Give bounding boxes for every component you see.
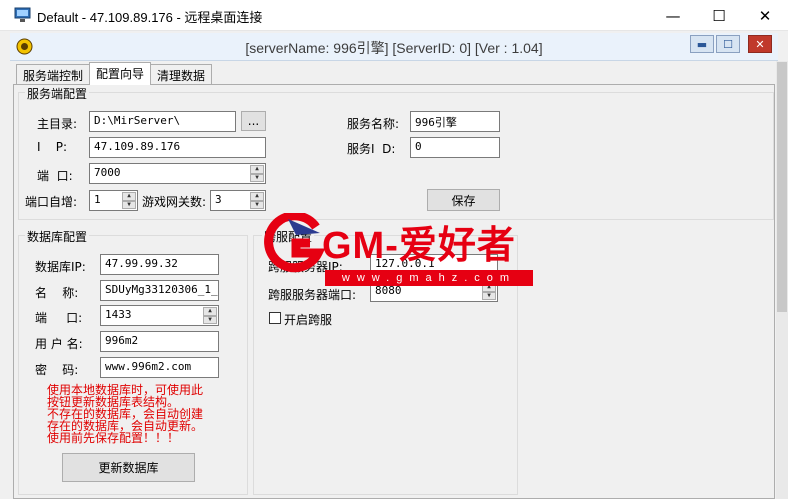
enable-cross-label: 开启跨服 [284,313,333,327]
spin-up-icon[interactable]: ▲ [250,192,264,201]
db-name-label: 名 称: [35,286,79,300]
db-port-stepper[interactable]: 1433 ▲ ▼ [100,305,219,326]
ip-input[interactable]: 47.109.89.176 [89,137,266,158]
ip-label: I P: [37,140,68,154]
browse-button[interactable]: ... [241,111,266,131]
db-port-label: 端 口: [35,311,83,325]
rdp-window-title: Default - 47.109.89.176 - 远程桌面连接 [37,10,263,25]
watermark-url: www.gmahz.com [325,270,533,286]
spin-down-icon[interactable]: ▼ [250,173,264,182]
dir-input[interactable]: D:\MirServer\ [89,111,236,132]
spin-down-icon[interactable]: ▼ [250,200,264,209]
rdp-close-button[interactable]: ✕ [742,0,788,31]
auto-inc-stepper[interactable]: 1 ▲ ▼ [89,190,138,211]
service-id-input[interactable]: 0 [410,137,500,158]
tab-config-wizard[interactable]: 配置向导 [89,62,152,85]
db-update-note: 使用本地数据库时，可使用此 按钮更新数据库表结构。 不存在的数据库，会自动创建 … [47,383,204,445]
spin-up-icon[interactable]: ▲ [250,165,264,174]
spin-down-icon[interactable]: ▼ [122,200,136,209]
dir-label: 主目录: [37,117,78,131]
watermark-logo-icon [264,213,326,273]
gate-count-label: 游戏网关数: [142,195,207,209]
remote-desktop-icon [14,7,31,22]
gate-count-spin[interactable]: ▲ ▼ [250,192,264,209]
app-close-button[interactable]: ✕ [748,35,772,53]
service-id-label: 服务I D: [347,142,396,156]
auto-inc-value: 1 [94,193,101,206]
service-name-label: 服务名称: [347,117,400,131]
app-title-bar: [serverName: 996引擎] [ServerID: 0] [Ver :… [10,33,778,61]
app-minimize-button[interactable]: ▬ [690,35,714,53]
update-database-button[interactable]: 更新数据库 [62,453,195,482]
port-spin[interactable]: ▲ ▼ [250,165,264,182]
spin-up-icon[interactable]: ▲ [122,192,136,201]
db-name-input[interactable]: SDUyMg33120306_1_10 [100,280,219,301]
watermark-text: GM-爱好者 [322,225,516,267]
auto-inc-spin[interactable]: ▲ ▼ [122,192,136,209]
enable-cross-checkbox[interactable] [269,312,281,324]
tab-clean-data[interactable]: 清理数据 [150,64,213,84]
db-password-input[interactable]: www.996m2.com [100,357,219,378]
port-label: 端 口: [37,169,73,183]
rdp-minimize-button[interactable]: — [650,0,696,31]
app-maximize-button[interactable]: ☐ [716,35,740,53]
rdp-maximize-button[interactable]: ☐ [696,0,742,31]
tab-server-control[interactable]: 服务端控制 [16,64,91,84]
auto-inc-label: 端口自增: [25,195,78,209]
app-window-title: [serverName: 996引擎] [ServerID: 0] [Ver :… [245,40,543,56]
db-port-value: 1433 [105,308,132,321]
scrollbar-thumb[interactable] [777,62,787,312]
server-config-label: 服务端配置 [25,85,90,102]
db-port-spin[interactable]: ▲ ▼ [203,307,217,324]
port-value: 7000 [94,166,121,179]
gate-count-stepper[interactable]: 3 ▲ ▼ [210,190,266,211]
db-user-label: 用 户 名: [35,337,83,351]
port-stepper[interactable]: 7000 ▲ ▼ [89,163,266,184]
cross-port-label: 跨服服务器端口: [268,288,357,302]
db-ip-label: 数据库IP: [35,260,86,274]
service-name-input[interactable]: 996引擎 [410,111,500,132]
rdp-title-bar: Default - 47.109.89.176 - 远程桌面连接 — ☐ ✕ [0,0,788,31]
db-password-label: 密 码: [35,363,79,377]
gate-count-value: 3 [215,193,222,206]
spin-down-icon[interactable]: ▼ [482,291,496,300]
save-button[interactable]: 保存 [427,189,500,211]
db-user-input[interactable]: 996m2 [100,331,219,352]
spin-down-icon[interactable]: ▼ [203,315,217,324]
spin-up-icon[interactable]: ▲ [203,307,217,316]
db-config-label: 数据库配置 [25,228,90,245]
db-ip-input[interactable]: 47.99.99.32 [100,254,219,275]
